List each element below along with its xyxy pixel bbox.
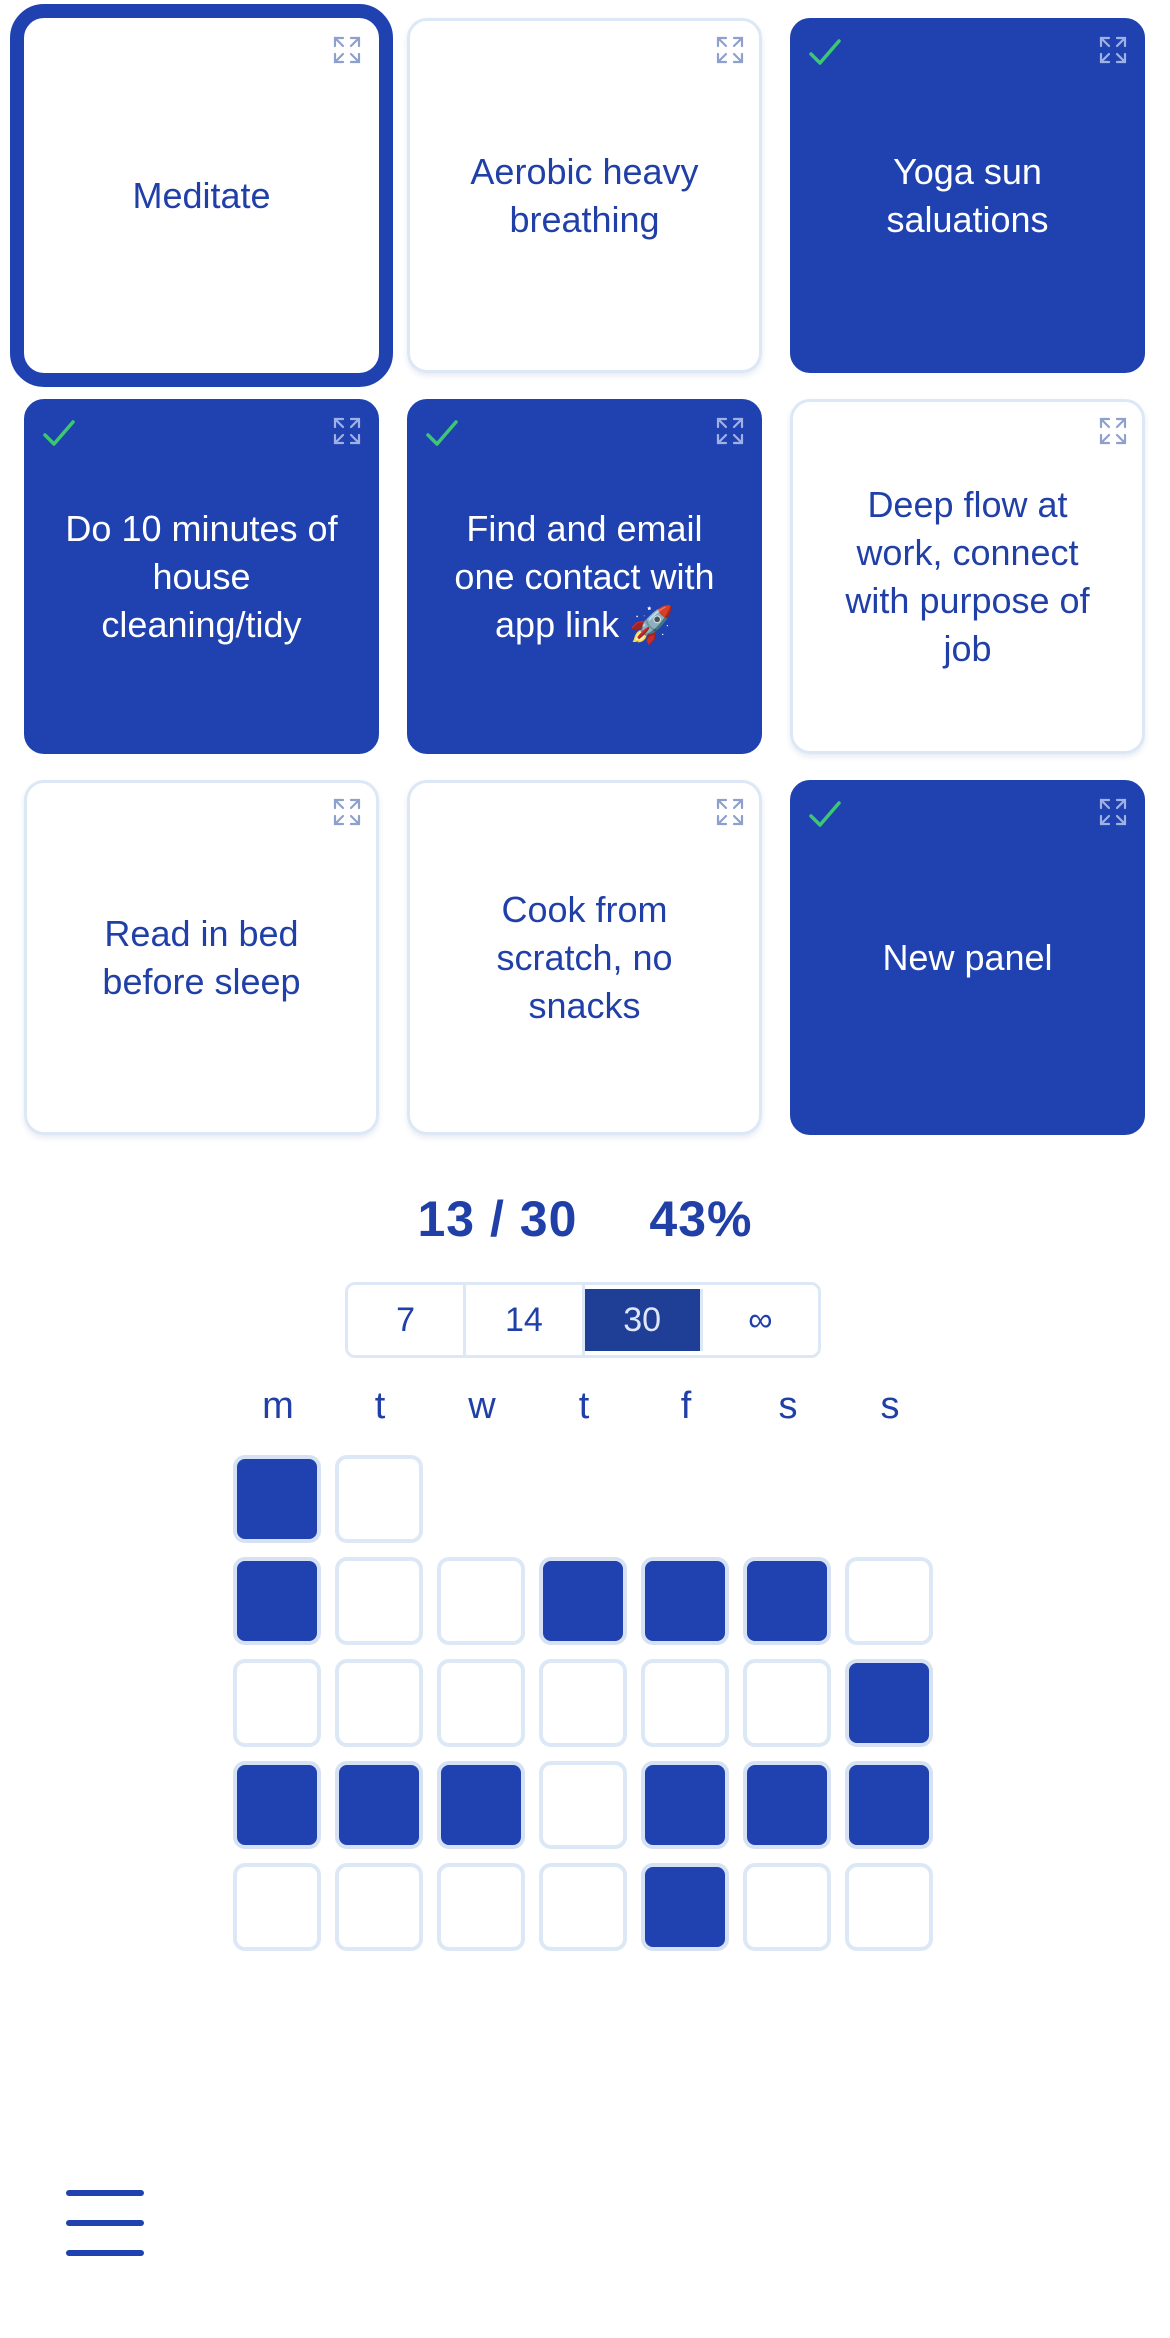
weekday-header: mtwtfss: [234, 1385, 934, 1435]
calendar-day-cell[interactable]: [641, 1761, 729, 1849]
calendar-day-cell[interactable]: [335, 1761, 423, 1849]
habit-panel-aerobic-heavy-breathing[interactable]: Aerobic heavy breathing: [407, 18, 762, 373]
habit-panel-read-in-bed-before-sleep[interactable]: Read in bed before sleep: [24, 780, 379, 1135]
calendar-day-cell[interactable]: [539, 1761, 627, 1849]
calendar-day-cell[interactable]: [335, 1557, 423, 1645]
completion-percent: 43%: [649, 1191, 753, 1247]
calendar-day-cell[interactable]: [743, 1557, 831, 1645]
range-tab-7[interactable]: 7: [348, 1285, 467, 1355]
calendar-day-cell[interactable]: [233, 1557, 321, 1645]
hamburger-menu-line: [66, 2220, 144, 2226]
expand-icon[interactable]: [332, 797, 362, 827]
menu-button[interactable]: [60, 2190, 150, 2256]
habit-panel-grid: Meditate Aerobic heavy breathing Yoga sun …: [10, 4, 1146, 1135]
calendar-day-cell[interactable]: [335, 1659, 423, 1747]
calendar-day-cell[interactable]: [437, 1761, 525, 1849]
hamburger-menu-line: [66, 2250, 144, 2256]
progress-stats: 13 / 30 43%: [0, 1190, 1170, 1248]
expand-icon[interactable]: [715, 35, 745, 65]
expand-icon[interactable]: [332, 35, 362, 65]
calendar-day-cell[interactable]: [335, 1455, 423, 1543]
calendar-day-cell[interactable]: [845, 1863, 933, 1951]
calendar-day-cell[interactable]: [437, 1557, 525, 1645]
habit-panel-cook-from-scratch-no-snacks[interactable]: Cook from scratch, no snacks: [407, 780, 762, 1135]
habit-panel-label: Do 10 minutes of house cleaning/tidy: [65, 507, 338, 645]
calendar-day-cell[interactable]: [437, 1659, 525, 1747]
calendar-day-cell[interactable]: [233, 1659, 321, 1747]
calendar-day-cell[interactable]: [539, 1659, 627, 1747]
calendar-day-cell[interactable]: [743, 1659, 831, 1747]
habit-panel-deep-flow-at-work-connect-with-purpose-o[interactable]: Deep flow at work, connect with purpose …: [790, 399, 1145, 754]
calendar-day-cell[interactable]: [335, 1863, 423, 1951]
calendar-day-cell[interactable]: [539, 1863, 627, 1951]
habit-panel-label: Read in bed before sleep: [102, 912, 301, 1002]
check-icon: [426, 420, 458, 446]
expand-icon[interactable]: [1098, 797, 1128, 827]
expand-icon[interactable]: [715, 797, 745, 827]
weekday-label: m: [262, 1385, 294, 1427]
hamburger-menu-icon: [66, 2190, 144, 2196]
habit-panel-label: Aerobic heavy breathing: [470, 150, 699, 240]
weekday-label: w: [468, 1385, 496, 1427]
calendar-day-cell[interactable]: [845, 1659, 933, 1747]
habit-panel-find-and-email-one-contact-with-app-link[interactable]: Find and email one contact with app link…: [407, 399, 762, 754]
habit-panel-meditate[interactable]: Meditate: [10, 4, 393, 387]
calendar-day-cell[interactable]: [743, 1863, 831, 1951]
habit-panel-new-panel[interactable]: New panel: [790, 780, 1145, 1135]
calendar-day-cell[interactable]: [845, 1761, 933, 1849]
habit-panel-do-10-minutes-of-house-cleaning-tidy[interactable]: Do 10 minutes of house cleaning/tidy: [24, 399, 379, 754]
habit-panel-label: Cook from scratch, no snacks: [496, 888, 673, 1026]
streak-calendar: [233, 1455, 937, 1955]
calendar-day-cell[interactable]: [641, 1659, 729, 1747]
weekday-label: f: [680, 1385, 692, 1427]
calendar-day-cell[interactable]: [641, 1863, 729, 1951]
habit-panel-label: New panel: [882, 936, 1053, 978]
weekday-label: s: [880, 1385, 900, 1427]
check-icon: [43, 420, 75, 446]
completion-count: 13 / 30: [417, 1191, 578, 1247]
calendar-day-cell[interactable]: [641, 1557, 729, 1645]
weekday-label: s: [778, 1385, 798, 1427]
weekday-label: t: [374, 1385, 386, 1427]
range-tab-all[interactable]: ∞: [702, 1285, 818, 1355]
weekday-label: t: [578, 1385, 590, 1427]
expand-icon[interactable]: [1098, 416, 1128, 446]
expand-icon[interactable]: [1098, 35, 1128, 65]
calendar-day-cell[interactable]: [233, 1761, 321, 1849]
check-icon: [809, 39, 841, 65]
habit-panel-label: Yoga sun saluations: [886, 150, 1049, 240]
calendar-day-cell[interactable]: [233, 1863, 321, 1951]
habit-panel-yoga-sun-saluations[interactable]: Yoga sun saluations: [790, 18, 1145, 373]
calendar-day-cell[interactable]: [845, 1557, 933, 1645]
range-tab-30[interactable]: 30: [584, 1289, 703, 1351]
habit-panel-label: Find and email one contact with app link…: [454, 507, 715, 645]
expand-icon[interactable]: [332, 416, 362, 446]
calendar-day-cell[interactable]: [437, 1863, 525, 1951]
habit-panel-label: Meditate: [132, 174, 271, 216]
calendar-day-cell[interactable]: [539, 1557, 627, 1645]
calendar-day-cell[interactable]: [233, 1455, 321, 1543]
calendar-day-cell[interactable]: [743, 1761, 831, 1849]
range-selector: 7 14 30 ∞: [345, 1282, 821, 1358]
habit-panel-label: Deep flow at work, connect with purpose …: [845, 483, 1090, 669]
range-tab-14[interactable]: 14: [466, 1285, 585, 1355]
expand-icon[interactable]: [715, 416, 745, 446]
check-icon: [809, 801, 841, 827]
